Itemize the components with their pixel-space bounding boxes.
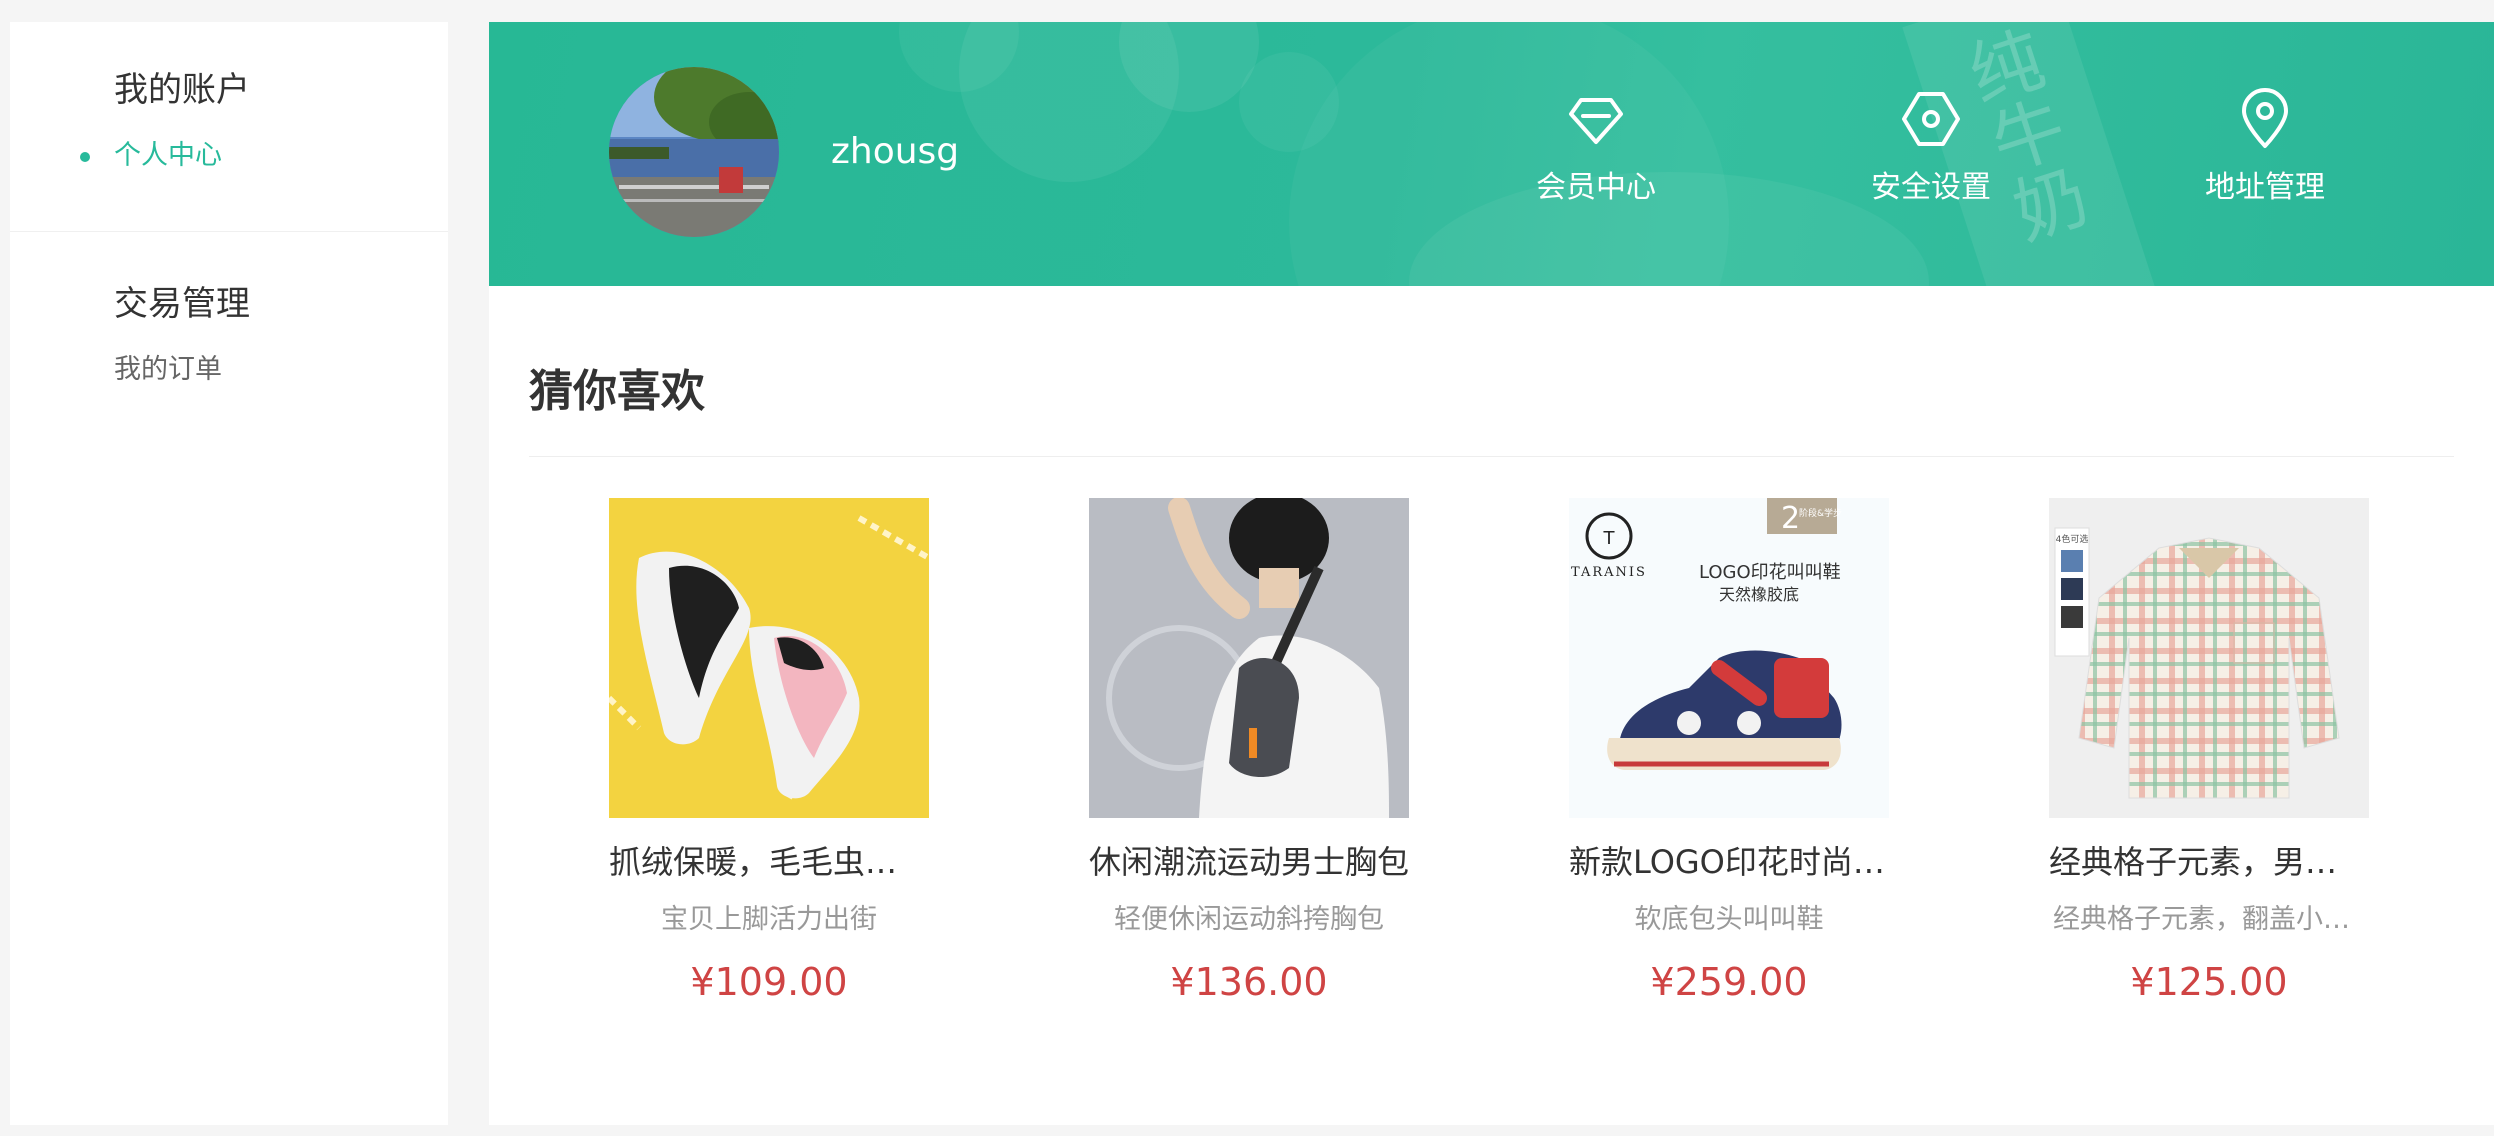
goods-desc: 轻便休闲运动斜挎胸包 bbox=[1114, 904, 1384, 935]
goods-desc: 软底包头叫叫鞋 bbox=[1634, 904, 1824, 935]
goods-price: ¥136.00 bbox=[1170, 960, 1328, 1004]
sidebar-item-my-orders[interactable]: 我的订单 bbox=[114, 350, 448, 390]
quick-link-label: 安全设置 bbox=[1871, 170, 1991, 205]
goods-desc: 宝贝上脚活力出街 bbox=[661, 904, 877, 935]
profile-banner: 纯牛奶 zhousg 会员中心 安全设置 地址管理 bbox=[489, 22, 2494, 286]
quick-link-label: 地址管理 bbox=[2205, 170, 2325, 205]
main-content: 纯牛奶 zhousg 会员中心 安全设置 地址管理 猜你喜欢 抓绒保暖，毛毛虫儿… bbox=[489, 22, 2494, 1125]
shoe-badge-note: 阶段&学步 bbox=[1799, 507, 1842, 519]
goods-price: ¥259.00 bbox=[1650, 960, 1808, 1004]
goods-price: ¥109.00 bbox=[690, 960, 848, 1004]
location-pin-icon bbox=[2242, 88, 2288, 148]
username: zhousg bbox=[831, 131, 960, 172]
shoe-quote-line2: 天然橡胶底 bbox=[1719, 585, 1799, 604]
address-management-link[interactable]: 地址管理 bbox=[2175, 86, 2355, 210]
goods-name: 经典格子元素，男童衬衫 bbox=[2049, 843, 2369, 881]
diamond-icon bbox=[1569, 98, 1623, 144]
sidebar-item-personal-center[interactable]: 个人中心 bbox=[80, 136, 448, 176]
sidebar-item-label: 个人中心 bbox=[114, 140, 222, 171]
shoe-badge-number: 2 bbox=[1781, 501, 1800, 536]
quick-link-label: 会员中心 bbox=[1536, 170, 1656, 205]
sidebar-group-account: 我的账户 个人中心 bbox=[10, 22, 448, 232]
goods-name: 抓绒保暖，毛毛虫儿童运动鞋 bbox=[609, 843, 929, 881]
goods-name: 休闲潮流运动男士胸包 bbox=[1089, 843, 1409, 881]
goods-card[interactable]: 休闲潮流运动男士胸包 轻便休闲运动斜挎胸包 ¥136.00 bbox=[1089, 498, 1409, 1008]
shoe-brand-logo-mark: T bbox=[1603, 528, 1616, 549]
goods-card[interactable]: 抓绒保暖，毛毛虫儿童运动鞋 宝贝上脚活力出街 ¥109.00 bbox=[609, 498, 929, 1008]
goods-image bbox=[609, 498, 929, 818]
sidebar-group-trade: 交易管理 我的订单 bbox=[10, 232, 448, 390]
sidebar-group-title: 我的账户 bbox=[114, 70, 250, 110]
shield-hex-icon bbox=[1902, 92, 1960, 146]
goods-desc: 经典格子元素，翻盖小口袋 bbox=[2053, 904, 2369, 935]
divider bbox=[529, 456, 2454, 457]
shirt-color-tag: 4色可选 bbox=[2056, 533, 2089, 545]
goods-card[interactable]: 4色可选 经典格子元素，男童衬衫 经典格子元素，翻盖小口袋 ¥125.00 bbox=[2049, 498, 2369, 1008]
goods-image: 4色可选 bbox=[2049, 498, 2369, 818]
goods-name: 新款LOGO印花时尚童鞋 bbox=[1569, 843, 1889, 881]
security-settings-link[interactable]: 安全设置 bbox=[1841, 86, 2021, 210]
member-center-link[interactable]: 会员中心 bbox=[1506, 86, 1686, 210]
goods-image: T TARANIS 2 阶段&学步 LOGO印花叫叫鞋 天然橡胶底 bbox=[1569, 498, 1889, 818]
sidebar-group-title: 交易管理 bbox=[114, 284, 250, 324]
goods-image bbox=[1089, 498, 1409, 818]
shoe-brand-text: TARANIS bbox=[1571, 565, 1647, 580]
goods-card[interactable]: T TARANIS 2 阶段&学步 LOGO印花叫叫鞋 天然橡胶底 新款LOGO bbox=[1569, 498, 1889, 1008]
sidebar-item-label: 我的订单 bbox=[114, 354, 222, 385]
active-dot-icon bbox=[80, 152, 90, 162]
section-title: 猜你喜欢 bbox=[529, 366, 705, 417]
page: 我的账户 个人中心 交易管理 我的订单 纯牛奶 zhousg 会员中心 安全设置… bbox=[0, 0, 2494, 1136]
shoe-quote-line1: LOGO印花叫叫鞋 bbox=[1699, 562, 1841, 583]
sidebar: 我的账户 个人中心 交易管理 我的订单 bbox=[10, 22, 448, 1125]
avatar[interactable] bbox=[609, 67, 779, 237]
goods-price: ¥125.00 bbox=[2130, 960, 2288, 1004]
